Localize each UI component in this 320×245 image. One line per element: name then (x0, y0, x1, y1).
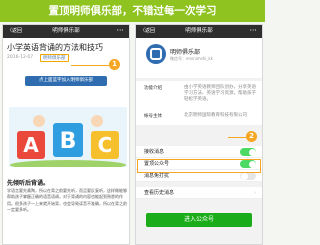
more-menu-icon[interactable]: ··· (250, 25, 257, 38)
letter-c: C (98, 133, 113, 157)
child-figure-left (33, 115, 45, 127)
avatar (146, 44, 166, 64)
article-phone-screen: 〈返回 明师俱乐部 ··· 小学英语背诵的方法和技巧 2016-12-07 明师… (2, 24, 130, 245)
section-heading: 先倾听后背诵。 (7, 180, 50, 187)
letter-a: A (23, 133, 39, 157)
receive-messages-toggle[interactable] (240, 148, 256, 156)
history-group: 查看历史消息 › (136, 187, 262, 199)
title-banner: 置顶明师俱乐部，不错过每一次学习 (0, 0, 265, 22)
enter-account-button[interactable]: 进入公众号 (146, 213, 252, 227)
step-badge: 1 (109, 59, 120, 70)
nav-bar: 〈返回 明师俱乐部 ··· (3, 25, 129, 38)
nav-title: 明师俱乐部 (185, 28, 213, 34)
history-label: 查看历史消息 (144, 190, 175, 196)
account-name-link[interactable]: 明师俱乐部 (40, 54, 69, 62)
logo-icon (150, 48, 162, 60)
chevron-right-icon: › (254, 190, 256, 196)
intro-value: 由小学英语教师团队创办，分享英语学习方法、英语学习资源，帮助孩子轻松学英语。 (184, 85, 256, 102)
follow-hint-banner: 点上面蓝字加入明师俱乐部 (25, 76, 107, 86)
profile-phone-screen: 〈返回 明师俱乐部 ··· 明师俱乐部 微信号：ensnimshi_kk 功能介… (135, 24, 263, 245)
pointer-line (228, 137, 246, 138)
abc-illustration: A B C (9, 107, 127, 167)
receive-messages-row: 接收消息 (136, 146, 262, 158)
account-profile: 明师俱乐部 微信号：ensnimshi_kk (136, 38, 262, 78)
step-badge: 2 (246, 131, 257, 142)
pin-highlight-box (137, 159, 261, 173)
toggle-knob (240, 172, 248, 180)
child-figure-right (91, 115, 103, 127)
more-menu-icon[interactable]: ··· (117, 25, 124, 38)
receive-messages-label: 接收消息 (144, 149, 165, 155)
article-title: 小学英语背诵的方法和技巧 (7, 43, 103, 52)
nav-title: 明师俱乐部 (52, 28, 80, 34)
do-not-disturb-toggle[interactable] (240, 172, 256, 180)
letter-b: B (60, 129, 77, 154)
article-paragraph: 学语言要先熏陶，所以在背之前要先听，而且要反复听，这样做能够帮助孩子掌握正确的语… (7, 188, 127, 212)
account-name: 明师俱乐部 (170, 49, 201, 56)
owner-label: 帐号主体 (144, 114, 162, 119)
article-date: 2016-12-07 (7, 55, 34, 60)
owner-value: 北京明师国际教育科技有限公司 (184, 113, 247, 118)
intro-label: 功能介绍 (144, 86, 162, 91)
toggle-knob (248, 148, 256, 156)
history-row[interactable]: 查看历史消息 › (136, 187, 262, 199)
pointer-line (71, 65, 109, 66)
account-id: 微信号：ensnimshi_kk (170, 56, 213, 61)
do-not-disturb-label: 消息免打扰 (144, 173, 170, 179)
nav-bar: 〈返回 明师俱乐部 ··· (136, 25, 262, 38)
account-info: 功能介绍 由小学英语教师团队创办，分享英语学习方法、英语学习资源，帮助孩子轻松学… (136, 81, 262, 125)
